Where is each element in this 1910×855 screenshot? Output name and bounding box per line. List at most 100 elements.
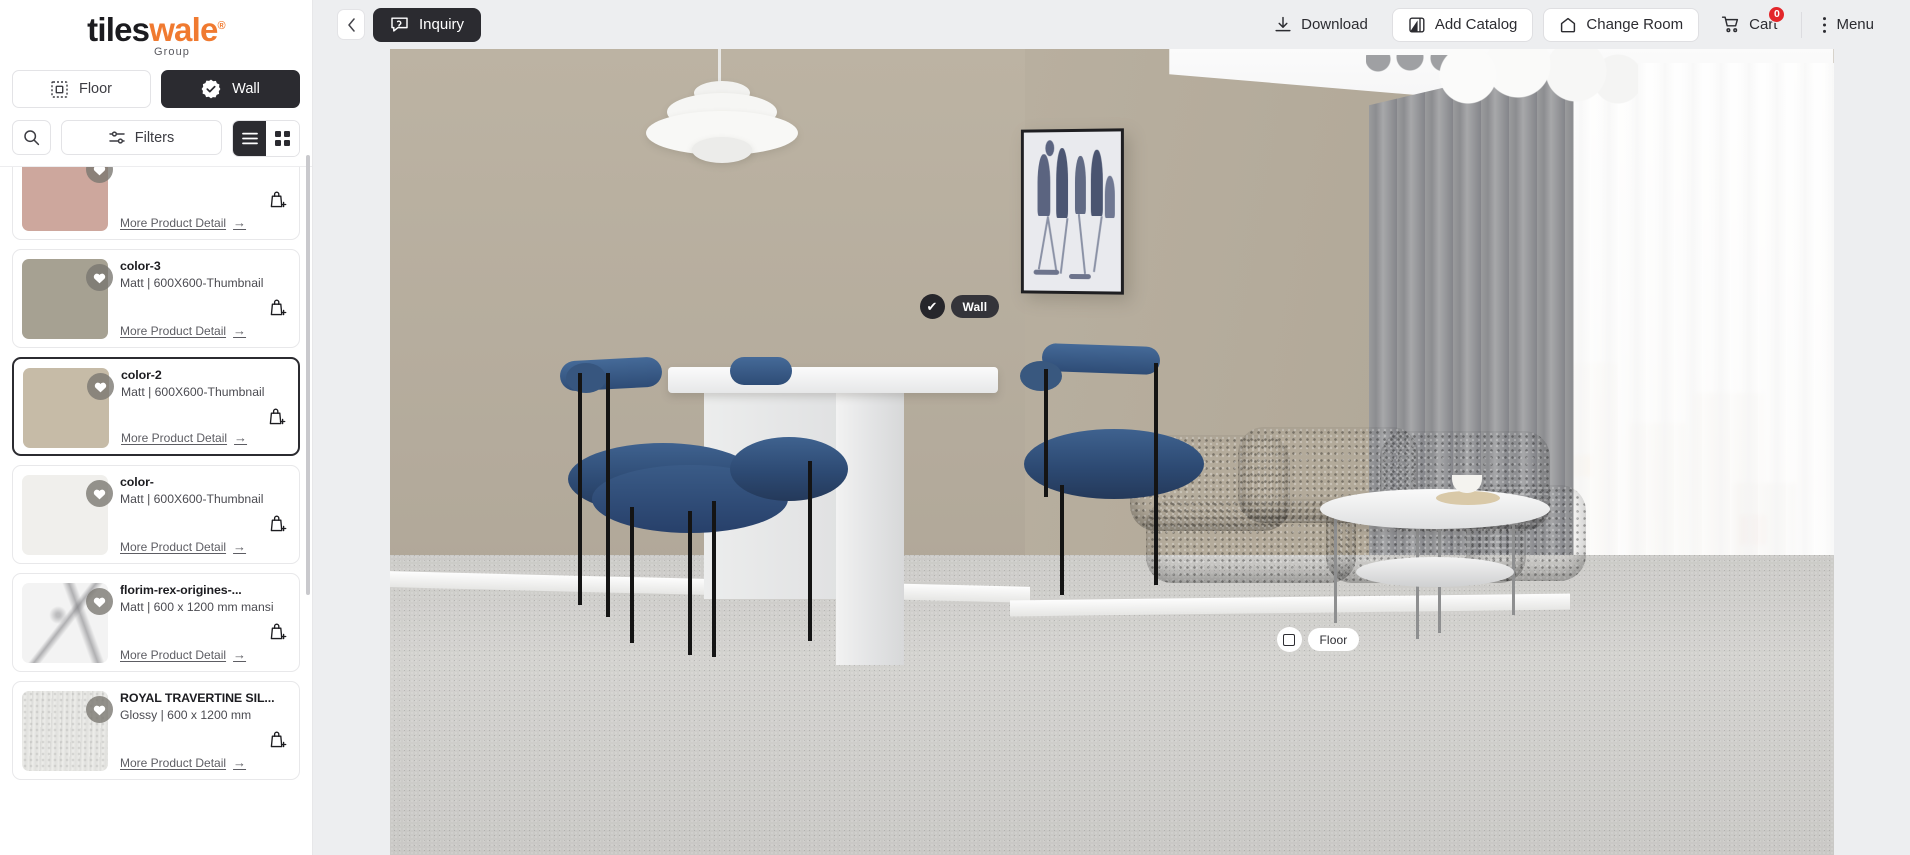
check-badge-icon	[201, 79, 221, 99]
search-button[interactable]	[12, 120, 51, 155]
add-to-cart-button[interactable]	[270, 730, 288, 749]
add-to-cart-button[interactable]	[270, 298, 288, 317]
more-product-detail-link[interactable]: More Product Detail →	[120, 215, 246, 230]
mode-label-wall: Wall	[232, 81, 260, 97]
filters-button[interactable]: Filters	[61, 120, 222, 155]
pendant-lamp	[645, 75, 798, 167]
favorite-heart-button[interactable]	[86, 480, 113, 507]
mode-button-wall[interactable]: Wall	[161, 70, 300, 108]
product-info: color- Matt | 600X600-Thumbnail More Produ…	[108, 475, 290, 554]
mode-button-floor[interactable]: Floor	[12, 70, 151, 108]
wall-artwork	[1020, 128, 1124, 295]
menu-button[interactable]: Menu	[1808, 8, 1888, 42]
product-thumbnail-wrapper	[23, 368, 114, 448]
download-button[interactable]: Download	[1260, 8, 1382, 42]
brand-wordmark: tileswale®	[87, 10, 226, 48]
kebab-menu-icon	[1822, 16, 1827, 34]
more-product-detail-link[interactable]: More Product Detail →	[120, 647, 246, 662]
app-root: tileswale® Group Floor Wall Filters More…	[0, 0, 1910, 855]
cart-icon	[1721, 15, 1740, 34]
chat-question-icon	[390, 15, 409, 34]
more-product-detail-label: More Product Detail	[120, 755, 227, 770]
shopping-bag-plus-icon	[270, 515, 287, 532]
product-card[interactable]: ROYAL TRAVERTINE SIL... Glossy | 600 x 12…	[12, 681, 300, 780]
favorite-heart-button[interactable]	[86, 588, 113, 615]
change-room-label: Change Room	[1586, 16, 1684, 33]
floor-grid-icon	[51, 80, 68, 98]
add-to-cart-button[interactable]	[270, 514, 288, 533]
cart-button-wrapper: Cart 0	[1707, 5, 1791, 42]
square-icon	[1276, 627, 1302, 652]
toolbar-divider	[1801, 11, 1803, 38]
brand-name-part1: tiles	[87, 10, 150, 48]
inquiry-button[interactable]: Inquiry	[373, 7, 482, 42]
product-meta: Matt | 600X600-Thumbnail	[121, 385, 265, 399]
product-thumbnail-wrapper	[22, 167, 113, 231]
heart-icon	[93, 597, 106, 607]
favorite-heart-button[interactable]	[86, 264, 113, 291]
product-info: color-2 Matt | 600X600-Thumbnail More Prod…	[109, 368, 289, 445]
menu-label: Menu	[1836, 16, 1874, 33]
product-list: More Product Detail → color-3 Matt | 600X60…	[12, 167, 300, 780]
product-meta: Matt | 600X600-Thumbnail	[120, 276, 264, 290]
book-icon	[1408, 16, 1426, 34]
more-product-detail-link[interactable]: More Product Detail →	[121, 430, 247, 445]
stage-left-margin	[313, 49, 335, 855]
list-view-button[interactable]	[233, 121, 266, 156]
arrow-right-icon: →	[233, 539, 247, 554]
more-product-detail-label: More Product Detail	[121, 430, 228, 445]
heart-icon	[93, 705, 106, 715]
filters-label: Filters	[134, 129, 175, 146]
product-thumbnail-wrapper	[22, 475, 113, 555]
brand-registered-mark: ®	[217, 19, 226, 32]
arrow-right-icon: →	[234, 430, 248, 445]
wall-surface-marker[interactable]: ✔ Wall	[919, 294, 1000, 319]
shopping-bag-plus-icon	[269, 408, 286, 425]
product-card[interactable]: florim-rex-origines-... Matt | 600 x 1200…	[12, 573, 300, 672]
add-to-cart-button[interactable]	[270, 622, 288, 641]
product-info: florim-rex-origines-... Matt | 600 x 1200…	[108, 583, 290, 662]
heart-icon	[93, 167, 106, 175]
add-to-cart-button[interactable]	[269, 407, 287, 426]
add-catalog-button[interactable]: Add Catalog	[1391, 7, 1534, 42]
favorite-heart-button[interactable]	[87, 373, 114, 400]
chair-right	[998, 342, 1218, 625]
product-card[interactable]: color-2 Matt | 600X600-Thumbnail More Prod…	[12, 357, 300, 456]
back-button[interactable]	[337, 9, 365, 40]
product-list-scroll-area[interactable]: More Product Detail → color-3 Matt | 600X60…	[0, 167, 312, 855]
product-meta: Matt | 600X600-Thumbnail	[120, 492, 264, 506]
product-card[interactable]: More Product Detail →	[12, 167, 300, 240]
more-product-detail-link[interactable]: More Product Detail →	[120, 323, 246, 338]
sidebar-controls: Filters	[0, 118, 312, 167]
cart-count-badge: 0	[1768, 5, 1786, 23]
product-card[interactable]: color-3 Matt | 600X600-Thumbnail More Prod…	[12, 249, 300, 348]
list-view-icon	[241, 132, 258, 145]
favorite-heart-button[interactable]	[86, 696, 113, 723]
add-to-cart-button[interactable]	[270, 190, 288, 209]
product-card[interactable]: color- Matt | 600X600-Thumbnail More Produ…	[12, 465, 300, 564]
product-title: florim-rex-origines-...	[120, 583, 242, 597]
stage-right-margin	[1888, 49, 1910, 855]
floor-surface-marker[interactable]: Floor	[1276, 627, 1360, 652]
sliders-icon	[109, 130, 126, 145]
floor-marker-label: Floor	[1307, 628, 1360, 651]
search-icon	[23, 129, 40, 146]
more-product-detail-link[interactable]: More Product Detail →	[120, 755, 246, 770]
sidebar-scrollbar-thumb[interactable]	[306, 155, 310, 595]
download-icon	[1274, 16, 1292, 34]
product-meta: Matt | 600 x 1200 mm mansi	[120, 600, 274, 614]
check-icon: ✔	[919, 294, 945, 319]
product-meta: Glossy | 600 x 1200 mm	[120, 708, 252, 722]
artwork-canvas	[1023, 131, 1121, 292]
chevron-left-icon	[347, 17, 356, 32]
heart-icon	[93, 273, 106, 283]
view-mode-toggle	[232, 120, 300, 157]
chair-middle	[729, 351, 890, 641]
more-product-detail-label: More Product Detail	[120, 647, 227, 662]
surface-mode-toggle-group: Floor Wall	[0, 62, 312, 118]
more-product-detail-link[interactable]: More Product Detail →	[120, 539, 246, 554]
coffee-table	[1319, 475, 1550, 639]
grid-view-button[interactable]	[266, 121, 299, 156]
change-room-button[interactable]: Change Room	[1543, 7, 1700, 42]
room-scene-image[interactable]: ✔ Wall Floor	[389, 49, 1834, 855]
